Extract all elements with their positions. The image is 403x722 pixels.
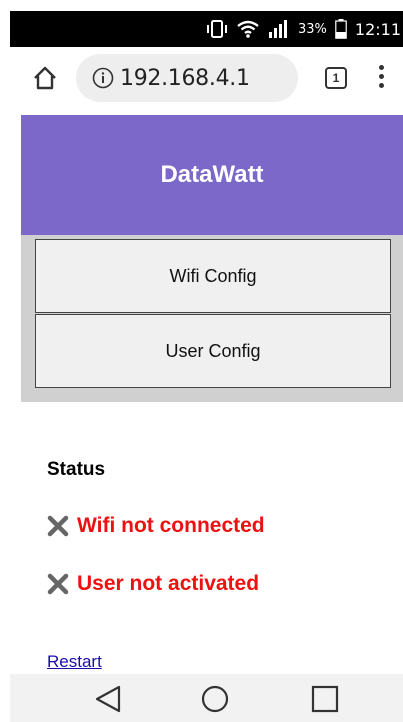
home-icon[interactable] bbox=[32, 65, 58, 91]
overflow-menu-icon[interactable] bbox=[377, 65, 385, 91]
recent-apps-icon[interactable] bbox=[308, 684, 342, 714]
battery-percent: 33% bbox=[297, 21, 327, 37]
address-bar[interactable]: 192.168.4.1 bbox=[76, 54, 298, 102]
wifi-status: Wifi not connected bbox=[47, 514, 265, 538]
web-page: DataWatt Wifi Config User Config Status … bbox=[10, 109, 403, 674]
cross-icon bbox=[47, 573, 69, 595]
vibrate-icon bbox=[206, 19, 228, 39]
wifi-status-text: Wifi not connected bbox=[77, 514, 265, 537]
clock: 12:11 bbox=[354, 19, 401, 39]
tab-switcher-button[interactable]: 1 bbox=[325, 67, 347, 89]
url-text[interactable]: 192.168.4.1 bbox=[120, 66, 250, 91]
user-status-text: User not activated bbox=[77, 572, 260, 595]
battery-icon bbox=[335, 19, 347, 39]
user-status: User not activated bbox=[47, 572, 259, 596]
wifi-config-button[interactable]: Wifi Config bbox=[35, 239, 391, 313]
wifi-icon bbox=[236, 19, 260, 39]
info-icon[interactable] bbox=[92, 67, 114, 89]
signal-icon bbox=[268, 19, 290, 39]
android-status-bar: 33% 12:11 bbox=[10, 11, 403, 47]
browser-toolbar: 192.168.4.1 1 bbox=[10, 47, 403, 109]
restart-link[interactable]: Restart bbox=[47, 652, 102, 672]
page-title: DataWatt bbox=[21, 115, 403, 235]
android-nav-bar bbox=[10, 674, 403, 722]
cross-icon bbox=[47, 515, 69, 537]
back-icon[interactable] bbox=[91, 684, 125, 714]
status-heading: Status bbox=[47, 459, 106, 480]
config-nav: Wifi Config User Config bbox=[21, 235, 403, 402]
home-nav-icon[interactable] bbox=[198, 684, 232, 714]
user-config-button[interactable]: User Config bbox=[35, 314, 391, 388]
